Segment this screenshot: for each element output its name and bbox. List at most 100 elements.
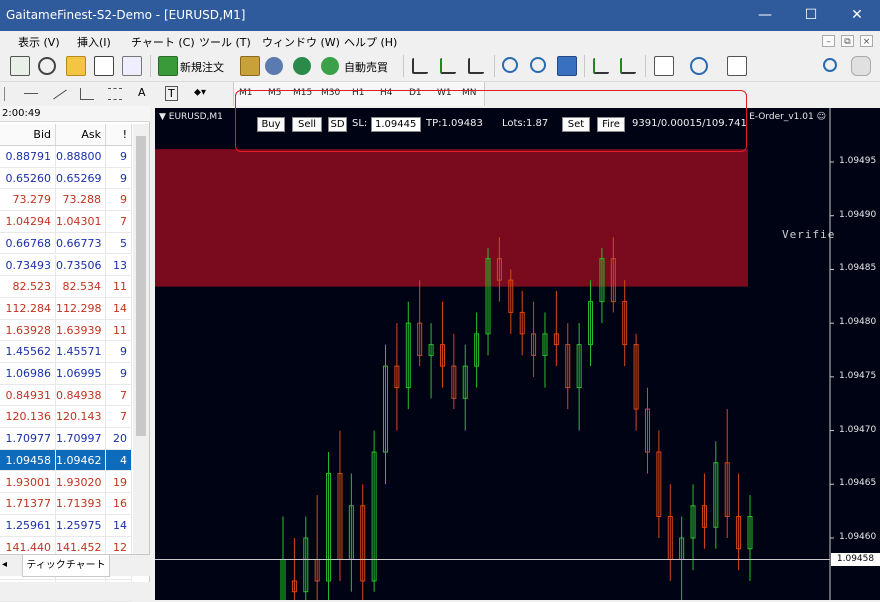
text-tool-icon[interactable]: A — [138, 86, 146, 99]
tile-windows-icon[interactable] — [557, 56, 577, 76]
mdi-minimize-button[interactable]: – — [822, 35, 835, 47]
market-watch-row[interactable]: 120.136 120.143 7 — [0, 406, 132, 429]
market-watch-scrollbar[interactable] — [133, 124, 149, 554]
fibonacci-icon[interactable] — [108, 88, 122, 100]
ask-cell: 120.143 — [56, 406, 106, 429]
order-panel: Buy Sell SD SL: 1.09445 TP:1.09483 Lots:… — [235, 90, 747, 152]
bid-cell: 1.63928 — [0, 319, 56, 342]
bid-cell: 1.04294 — [0, 211, 56, 233]
fire-button[interactable]: Fire — [597, 117, 625, 132]
market-watch-row[interactable]: 0.65260 0.65269 9 — [0, 167, 132, 190]
search-icon[interactable] — [823, 58, 837, 72]
market-watch-row[interactable]: 1.06986 1.06995 9 — [0, 363, 132, 385]
trendline-icon[interactable] — [53, 89, 67, 100]
market-watch-row[interactable]: 1.71377 1.71393 16 — [0, 493, 132, 515]
buy-button[interactable]: Buy — [257, 117, 285, 132]
candlestick-chart[interactable] — [155, 108, 880, 600]
profile-icon[interactable] — [10, 56, 30, 76]
menu-chart[interactable]: チャート (C) — [131, 34, 195, 50]
navigator-icon[interactable] — [94, 56, 114, 76]
market-watch-horizontal-scrollbar[interactable] — [0, 582, 150, 600]
maximize-button[interactable]: ☐ — [788, 0, 834, 31]
accounts-icon[interactable] — [265, 57, 283, 75]
autotrading-icon[interactable] — [321, 57, 339, 75]
indicators-icon[interactable] — [654, 56, 674, 76]
ask-cell: 112.298 — [56, 297, 106, 320]
mdi-close-button[interactable]: × — [860, 35, 873, 47]
bar-chart-icon[interactable] — [412, 58, 428, 74]
price-axis-label: 1.09480 — [839, 317, 877, 328]
vertical-line-icon[interactable] — [4, 87, 5, 101]
close-button[interactable]: ✕ — [834, 0, 880, 31]
spread-cell: 14 — [106, 297, 132, 320]
menu-window[interactable]: ウィンドウ (W) — [262, 34, 340, 50]
chat-icon[interactable] — [851, 56, 871, 76]
menu-tools[interactable]: ツール (T) — [199, 34, 251, 50]
column-header-bid[interactable]: Bid — [0, 124, 56, 146]
zoom-in-icon[interactable] — [502, 57, 518, 73]
spread-cell: 14 — [106, 514, 132, 537]
candlestick-chart-icon[interactable] — [440, 58, 456, 74]
mdi-restore-button[interactable]: ⧉ — [841, 35, 854, 47]
auto-scroll-icon[interactable] — [593, 58, 609, 74]
autotrading-button[interactable]: 自動売買 — [344, 59, 388, 75]
signals-icon[interactable] — [293, 57, 311, 75]
market-watch-row[interactable]: 82.523 82.534 11 — [0, 276, 132, 298]
indicator-name: E-Order_v1.01 — [749, 112, 814, 122]
market-watch-row[interactable]: 1.93001 1.93020 19 — [0, 471, 132, 494]
tp-label: TP:1.09483 — [426, 118, 483, 129]
crosshair-icon[interactable] — [38, 57, 56, 75]
equidistant-channel-icon[interactable] — [80, 88, 94, 100]
sd-button[interactable]: SD — [328, 117, 347, 132]
market-watch-row[interactable]: 0.88791 0.88800 9 — [0, 146, 132, 168]
market-watch-row[interactable]: 1.45562 1.45571 9 — [0, 341, 132, 363]
favorites-icon[interactable] — [66, 56, 86, 76]
sl-input[interactable]: 1.09445 — [371, 117, 421, 132]
price-axis-label: 1.09495 — [839, 156, 877, 166]
text-label-icon[interactable]: T — [165, 86, 178, 101]
price-axis-label: 1.09470 — [839, 424, 877, 435]
metaeditor-icon[interactable] — [240, 56, 260, 76]
horizontal-line-icon[interactable] — [24, 93, 38, 94]
spread-cell: 9 — [106, 341, 132, 363]
menu-view[interactable]: 表示 (V) — [18, 34, 60, 50]
periods-icon[interactable] — [690, 57, 708, 75]
line-chart-icon[interactable] — [468, 58, 484, 74]
minimize-button[interactable]: — — [742, 0, 788, 31]
templates-icon[interactable] — [727, 56, 747, 76]
market-watch-row[interactable]: 1.04294 1.04301 7 — [0, 211, 132, 233]
market-watch-panel: 2:00:49 Bid Ask ! 0.88791 0.88800 9 0.65260… — [0, 106, 150, 602]
chart-window[interactable]: ▼ EURUSD,M1 E-Order_v1.01 ☺ Verifie 1.09… — [155, 108, 880, 600]
market-watch-row[interactable]: 112.284 112.298 14 — [0, 297, 132, 320]
ask-cell: 1.04301 — [56, 211, 106, 233]
menu-bar: 表示 (V) 挿入(I) チャート (C) ツール (T) ウィンドウ (W) … — [0, 31, 880, 51]
scrollbar-thumb[interactable] — [136, 136, 146, 436]
market-watch-row[interactable]: 73.279 73.288 9 — [0, 189, 132, 212]
sell-button[interactable]: Sell — [292, 117, 322, 132]
arrows-icon[interactable]: ⬥▾ — [194, 87, 206, 98]
strategy-tester-icon[interactable] — [122, 56, 142, 76]
market-watch-row[interactable]: 0.73493 0.73506 13 — [0, 254, 132, 277]
tab-scroll-left-icon[interactable]: ◂ — [2, 559, 7, 570]
market-watch-row[interactable]: 1.25961 1.25975 14 — [0, 514, 132, 537]
menu-insert[interactable]: 挿入(I) — [77, 34, 111, 50]
market-watch-row[interactable]: 1.63928 1.63939 11 — [0, 319, 132, 342]
bid-cell: 112.284 — [0, 297, 56, 320]
column-header-ask[interactable]: Ask — [56, 124, 106, 146]
window-title: GaitameFinest-S2-Demo - [EURUSD,M1] — [6, 8, 246, 22]
new-order-button[interactable]: 新規注文 — [180, 59, 224, 75]
chart-shift-icon[interactable] — [620, 58, 636, 74]
set-button[interactable]: Set — [562, 117, 590, 132]
bid-cell: 1.71377 — [0, 493, 56, 515]
bid-cell: 82.523 — [0, 276, 56, 298]
tab-tick-chart[interactable]: ティックチャート — [22, 555, 110, 577]
market-watch-row[interactable]: 0.66768 0.66773 5 — [0, 232, 132, 255]
toolbar-separator — [494, 55, 495, 77]
market-watch-row[interactable]: 1.70977 1.70997 20 — [0, 428, 132, 450]
market-watch-row[interactable]: 0.84931 0.84938 7 — [0, 384, 132, 407]
market-watch-row[interactable]: 1.09458 1.09462 4 — [0, 449, 132, 472]
new-order-icon[interactable] — [158, 56, 178, 76]
column-header-spread[interactable]: ! — [106, 124, 132, 146]
menu-help[interactable]: ヘルプ (H) — [344, 34, 397, 50]
zoom-out-icon[interactable] — [530, 57, 546, 73]
